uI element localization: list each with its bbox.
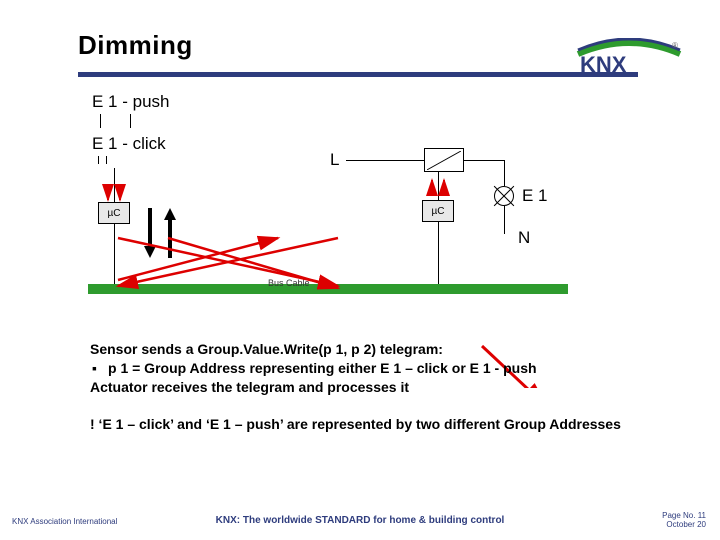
body-line-2: Actuator receives the telegram and proce… [90,378,670,397]
body-line-1: Sensor sends a Group.Value.Write(p 1, p … [90,340,670,359]
body-text: Sensor sends a Group.Value.Write(p 1, p … [90,340,670,434]
dimming-diagram: E 1 - push E 1 - click µC L E 1 [78,88,598,298]
slide: Dimming KNX ® E 1 - push E 1 - click µC [0,0,720,540]
footer-right: Page No. 11 October 20 [662,511,706,530]
title-underline [78,72,638,77]
footer-date: October 20 [662,520,706,530]
title-row: Dimming KNX ® [78,30,690,74]
knx-logo: KNX ® [574,38,684,76]
body-note: ! ‘E 1 – click’ and ‘E 1 – push’ are rep… [90,415,670,434]
footer-page-no: Page No. 11 [662,511,706,521]
svg-text:®: ® [672,41,678,50]
body-bullet-1: p 1 = Group Address representing either … [90,359,670,378]
footer-center: KNX: The worldwide STANDARD for home & b… [0,515,720,526]
